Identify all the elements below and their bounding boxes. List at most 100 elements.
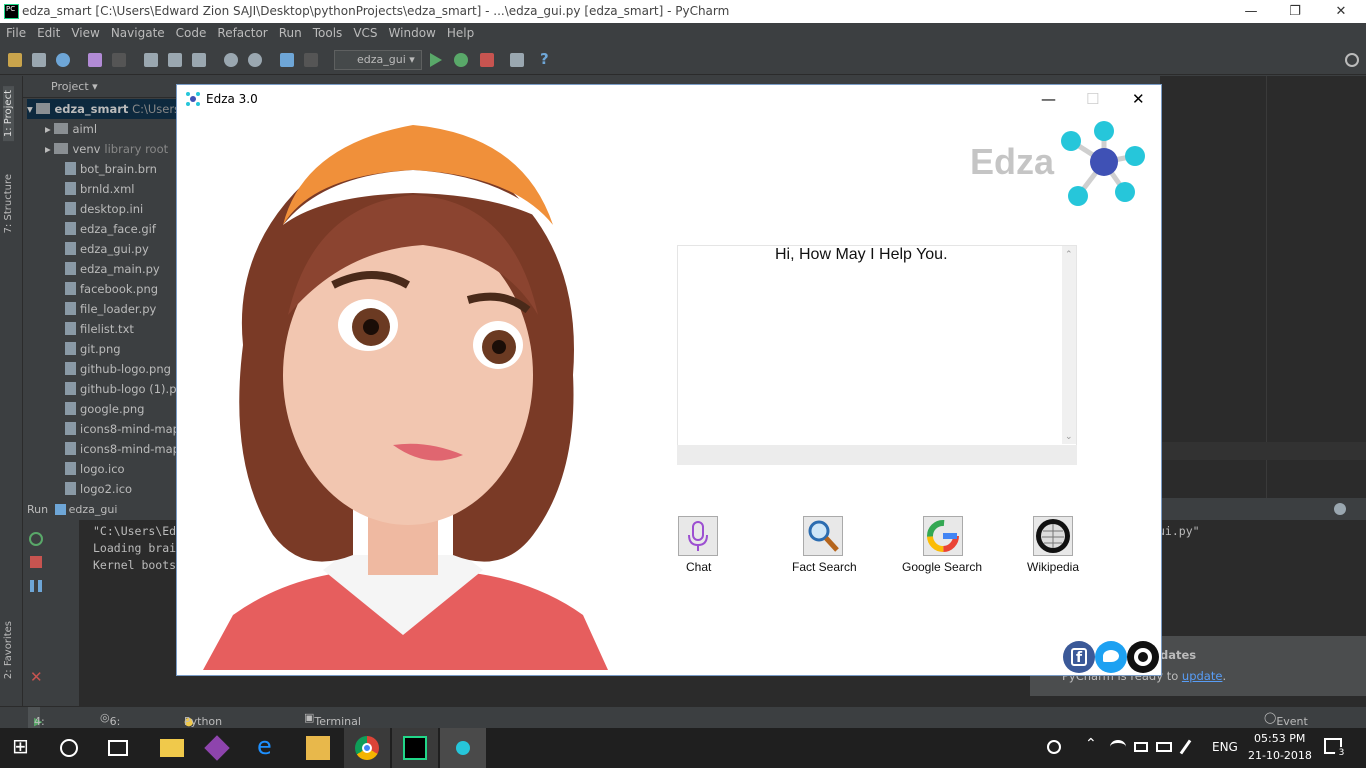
project-root[interactable]: ▾ edza_smart C:\Users <box>27 99 180 119</box>
tab-terminal[interactable]: ▣ Terminal <box>304 711 361 728</box>
tab-run[interactable]: ▶ 4: Run <box>28 707 55 749</box>
network-icon[interactable] <box>1134 742 1148 752</box>
edza-maximize-button[interactable]: ☐ <box>1086 90 1099 108</box>
menu-code[interactable]: Code <box>170 23 212 40</box>
menu-navigate[interactable]: Navigate <box>105 23 170 40</box>
tab-project[interactable]: 1: Project <box>3 86 14 142</box>
paste-icon[interactable] <box>192 53 206 67</box>
task-view-icon[interactable] <box>108 740 128 756</box>
file-explorer-icon[interactable] <box>160 739 184 757</box>
close-button[interactable]: ✕ <box>1318 0 1364 23</box>
stop-run-icon[interactable] <box>30 556 42 568</box>
run-config-name[interactable]: edza_gui <box>69 503 118 516</box>
language-indicator[interactable]: ENG <box>1212 740 1238 754</box>
stop-icon[interactable] <box>480 53 494 67</box>
expand-arrow-icon[interactable]: ▸ <box>45 122 54 136</box>
run-icon[interactable] <box>430 53 442 67</box>
fact-search-button[interactable] <box>803 516 843 556</box>
project-tree-item[interactable]: bot_brain.brn <box>65 159 157 179</box>
edza-close-button[interactable]: ✕ <box>1132 90 1145 108</box>
project-tree-item[interactable]: logo.ico <box>65 459 125 479</box>
project-tree-item[interactable]: icons8-mind-map <box>65 419 180 439</box>
project-tree-item[interactable]: edza_gui.py <box>65 239 149 259</box>
edza-minimize-button[interactable]: — <box>1041 90 1056 108</box>
github-icon[interactable] <box>1127 641 1159 673</box>
menu-view[interactable]: View <box>65 23 104 40</box>
run-config-select[interactable]: edza_gui ▾ <box>334 50 422 70</box>
undo-icon[interactable] <box>88 53 102 67</box>
cut-icon[interactable] <box>144 53 158 67</box>
clock-time[interactable]: 05:53 PM <box>1254 732 1305 745</box>
chrome-taskbar-item[interactable] <box>344 728 390 768</box>
update-link[interactable]: update <box>1182 669 1223 683</box>
replace-icon[interactable] <box>248 53 262 67</box>
menu-tools[interactable]: Tools <box>307 23 348 40</box>
project-tree-item[interactable]: facebook.png <box>65 279 158 299</box>
close-run-icon[interactable]: ✕ <box>30 668 43 686</box>
project-tree-item[interactable]: logo2.ico <box>65 479 132 499</box>
project-tree-item[interactable]: github-logo (1).p <box>65 379 177 399</box>
settings-icon[interactable] <box>510 53 524 67</box>
project-tree-item[interactable]: ▸ venv library root <box>45 139 168 159</box>
forward-icon[interactable] <box>304 53 318 67</box>
project-tree-item[interactable]: brnld.xml <box>65 179 134 199</box>
debug-icon[interactable] <box>454 53 468 67</box>
tab-event-log[interactable]: ◯ Event Log <box>1264 711 1308 741</box>
wikipedia-button[interactable] <box>1033 516 1073 556</box>
cortana-icon[interactable] <box>60 739 78 757</box>
battery-icon[interactable] <box>1156 742 1172 752</box>
wifi-icon[interactable] <box>1110 740 1126 754</box>
pen-icon[interactable] <box>1179 739 1192 755</box>
search-everywhere-icon[interactable] <box>1345 53 1359 67</box>
edza-taskbar-item[interactable] <box>440 728 486 768</box>
gear-icon[interactable] <box>1334 503 1346 515</box>
clock-date[interactable]: 21-10-2018 <box>1248 749 1312 762</box>
project-tree-item[interactable]: edza_face.gif <box>65 219 156 239</box>
redo-icon[interactable] <box>112 53 126 67</box>
tab-favorites[interactable]: 2: Favorites <box>3 621 14 679</box>
rerun-icon[interactable] <box>29 532 43 546</box>
open-folder-icon[interactable] <box>8 53 22 67</box>
facebook-icon[interactable]: f <box>1063 641 1095 673</box>
menu-edit[interactable]: Edit <box>31 23 65 40</box>
copy-icon[interactable] <box>168 53 182 67</box>
project-tree-item[interactable]: github-logo.png <box>65 359 171 379</box>
project-tree-item[interactable]: icons8-mind-map <box>65 439 180 459</box>
project-tree-item[interactable]: filelist.txt <box>65 319 134 339</box>
save-icon[interactable] <box>32 53 46 67</box>
menu-run[interactable]: Run <box>273 23 307 40</box>
query-input[interactable] <box>677 445 1077 465</box>
chat-button[interactable] <box>678 516 718 556</box>
tab-todo[interactable]: ◎ 6: TODO <box>100 711 142 741</box>
menu-refactor[interactable]: Refactor <box>211 23 272 40</box>
expand-arrow-icon[interactable]: ▸ <box>45 142 54 156</box>
pause-icon[interactable] <box>30 580 42 592</box>
project-tree-item[interactable]: ▸ aiml <box>45 119 97 139</box>
menu-help[interactable]: Help <box>441 23 479 40</box>
project-tree-item[interactable]: file_loader.py <box>65 299 156 319</box>
chat-scrollbar[interactable]: ⌃ ⌄ <box>1062 246 1076 444</box>
project-tree-item[interactable]: desktop.ini <box>65 199 143 219</box>
menu-window[interactable]: Window <box>383 23 441 40</box>
minimize-button[interactable]: — <box>1228 0 1274 23</box>
people-icon[interactable] <box>1047 740 1061 754</box>
maximize-button[interactable]: ❐ <box>1272 0 1318 23</box>
tab-structure[interactable]: 7: Structure <box>3 174 14 233</box>
git-kraken-icon[interactable] <box>204 735 230 761</box>
find-icon[interactable] <box>224 53 238 67</box>
pycharm-taskbar-item[interactable] <box>392 728 438 768</box>
windows-start-icon[interactable]: ⊞ <box>12 734 36 758</box>
back-icon[interactable] <box>280 53 294 67</box>
twitter-icon[interactable] <box>1095 641 1127 673</box>
project-header-label[interactable]: Project <box>51 80 89 93</box>
google-search-button[interactable] <box>923 516 963 556</box>
project-tree-item[interactable]: git.png <box>65 339 121 359</box>
project-tree-item[interactable]: edza_main.py <box>65 259 160 279</box>
menu-file[interactable]: File <box>0 23 31 40</box>
python-idle-icon[interactable] <box>306 736 330 760</box>
chat-output-box[interactable]: Hi, How May I Help You. ⌃ ⌄ <box>677 245 1077 465</box>
sync-icon[interactable] <box>56 53 70 67</box>
edge-icon[interactable]: e <box>257 732 281 760</box>
scroll-down-icon[interactable]: ⌄ <box>1065 432 1073 442</box>
scroll-up-icon[interactable]: ⌃ <box>1065 250 1073 260</box>
